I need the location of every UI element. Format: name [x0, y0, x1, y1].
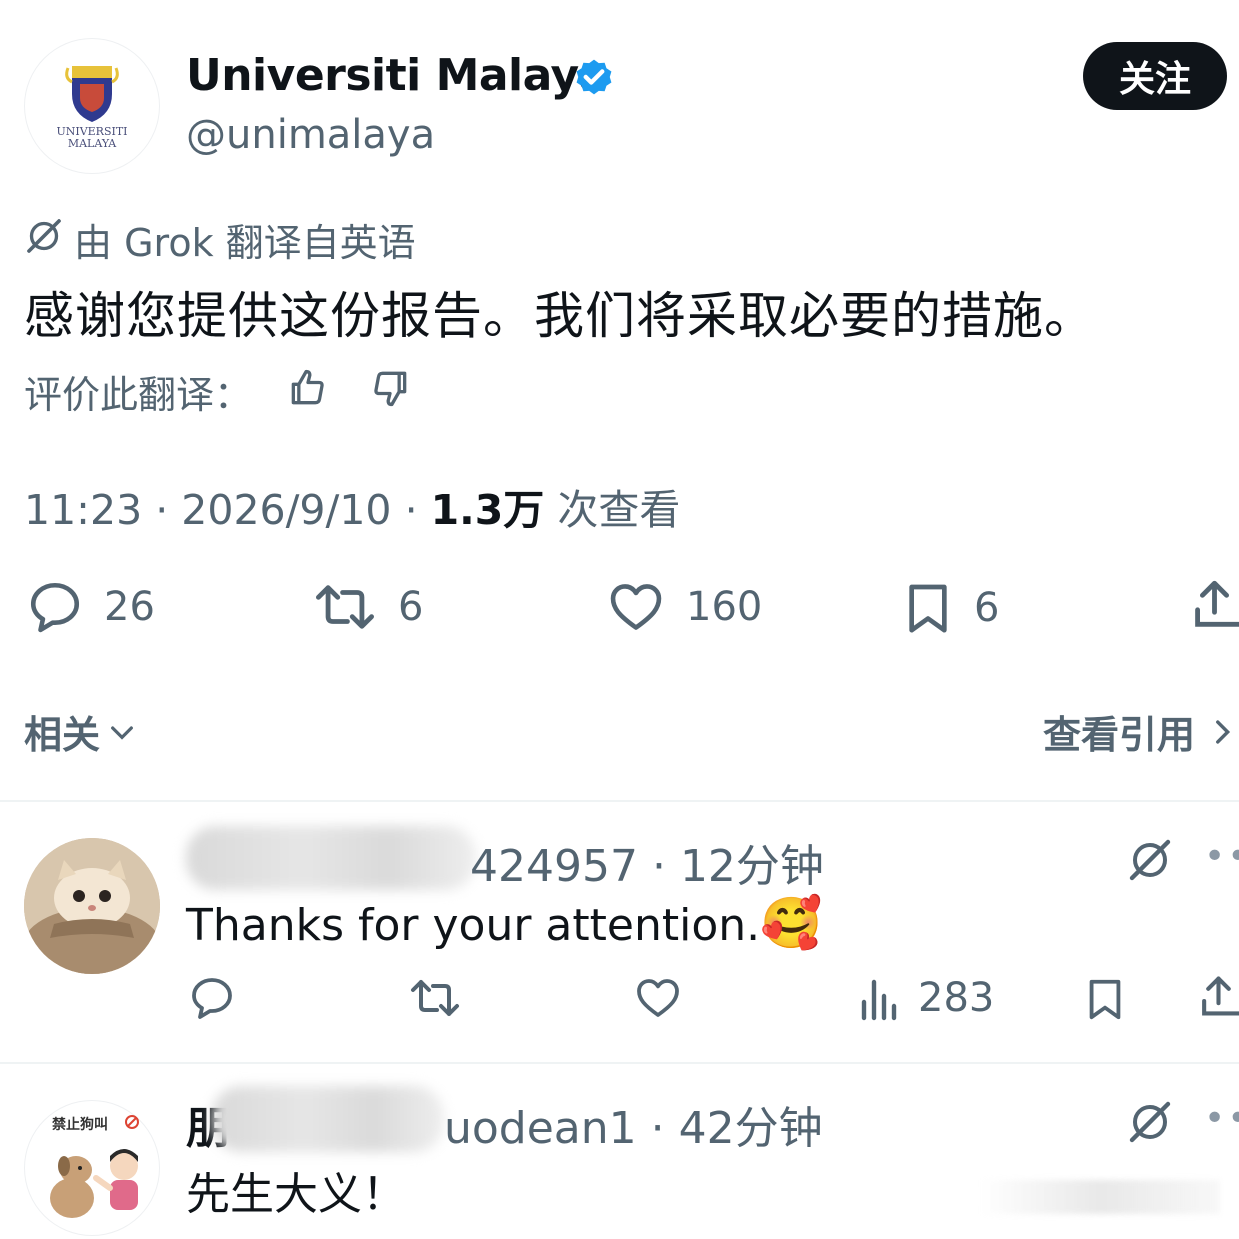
reply-text-content: Thanks for your attention. — [186, 900, 761, 951]
reply-handle[interactable]: 424957 — [470, 841, 638, 892]
watermark — [980, 1180, 1220, 1214]
blurred-username — [186, 826, 476, 890]
more-icon[interactable]: ••• — [1204, 1098, 1239, 1139]
repost-button[interactable]: 6 — [310, 578, 423, 636]
repost-count: 6 — [398, 584, 424, 630]
follow-button[interactable]: 关注 — [1083, 42, 1227, 110]
separator-dot: · — [637, 841, 680, 892]
views-chart-icon — [861, 979, 897, 1021]
divider — [0, 1062, 1239, 1064]
thumbs-up-icon[interactable] — [286, 366, 330, 410]
bookmark-icon[interactable] — [1082, 974, 1128, 1024]
separator-dot: · — [155, 486, 182, 534]
chevron-down-icon — [111, 725, 133, 740]
account-handle[interactable]: @unimalaya — [186, 112, 435, 158]
smiling-face-hearts-icon: 🥰 — [760, 894, 823, 952]
heart-icon — [610, 584, 662, 630]
views-count: 1.3万 — [430, 486, 545, 534]
bookmark-button[interactable]: 6 — [900, 578, 999, 638]
tweet-time: 11:23 — [24, 486, 143, 534]
share-icon[interactable] — [1190, 576, 1239, 634]
reply-button[interactable]: 26 — [24, 578, 155, 636]
more-icon[interactable]: ••• — [1204, 836, 1239, 877]
bookmark-icon — [909, 584, 947, 633]
account-avatar[interactable]: UNIVERSITI MALAYA — [24, 38, 160, 174]
grok-icon — [27, 219, 61, 253]
reply-views-count: 283 — [918, 975, 995, 1021]
avatar-text-line2: MALAYA — [67, 137, 117, 150]
grok-icon[interactable] — [1126, 836, 1174, 884]
reply-count: 26 — [104, 584, 155, 630]
thumbs-down-icon[interactable] — [368, 366, 412, 410]
chevron-right-icon — [1216, 719, 1231, 744]
share-icon[interactable] — [1198, 972, 1239, 1022]
tweet-date: 2026/9/10 — [181, 486, 392, 534]
separator-dot: · — [636, 1103, 679, 1154]
avatar-caption: 禁止狗叫 — [52, 1117, 108, 1133]
repost-icon[interactable] — [406, 974, 464, 1022]
rate-translation-label: 评价此翻译： — [24, 373, 253, 417]
bookmark-count: 6 — [974, 585, 1000, 631]
views-label: 次查看 — [557, 486, 681, 534]
repost-icon — [316, 585, 375, 629]
reply-icon[interactable] — [188, 974, 236, 1022]
reply-text: Thanks for your attention.🥰 — [186, 894, 822, 953]
reply-time[interactable]: 12分钟 — [680, 841, 824, 892]
separator-dot: · — [404, 486, 431, 534]
tweet-text: 感谢您提供这份报告。我们将采取必要的措施。 — [24, 287, 1095, 345]
reply-avatar[interactable]: 禁止狗叫 — [24, 1100, 160, 1236]
cat-avatar-icon — [24, 838, 160, 974]
related-label: 相关 — [24, 713, 101, 757]
translation-note[interactable]: 由 Grok 翻译自英语 — [74, 212, 416, 267]
related-toggle[interactable]: 相关 — [24, 704, 138, 759]
grok-icon[interactable] — [1126, 1098, 1174, 1146]
reply-text: 先生大义！ — [186, 1169, 406, 1220]
heart-icon[interactable] — [632, 974, 684, 1022]
view-quotes-link[interactable]: 查看引用 — [1043, 704, 1237, 759]
reply-avatar[interactable] — [24, 838, 160, 974]
reply-handle[interactable]: uodean1 — [444, 1103, 637, 1154]
divider — [0, 800, 1239, 802]
verified-badge-icon — [576, 59, 612, 95]
view-quotes-label: 查看引用 — [1042, 713, 1195, 757]
reply-time[interactable]: 42分钟 — [679, 1103, 823, 1154]
reply-meta: uodean1 · 42分钟 — [444, 1092, 823, 1156]
tweet-meta: 11:23 · 2026/9/10 · 1.3万 次查看 — [24, 476, 680, 536]
university-crest-icon — [65, 66, 119, 122]
views-button[interactable]: 283 — [858, 974, 994, 1022]
like-button[interactable]: 160 — [604, 578, 762, 636]
blurred-username — [212, 1086, 444, 1152]
like-count: 160 — [686, 584, 763, 630]
account-name[interactable]: Universiti Malaya — [186, 50, 608, 101]
reply-icon — [30, 582, 80, 633]
reply-meta: 424957 · 12分钟 — [470, 830, 824, 894]
